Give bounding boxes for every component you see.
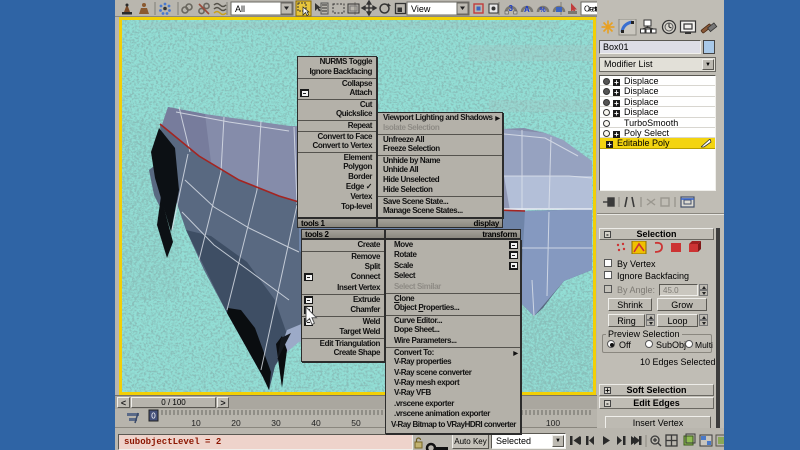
svg-text:3: 3	[509, 4, 514, 13]
svg-text:40: 40	[311, 418, 321, 428]
svg-text:50: 50	[351, 418, 361, 428]
svg-text:%: %	[540, 7, 547, 14]
svg-text:10: 10	[191, 418, 201, 428]
svg-text:30: 30	[271, 418, 281, 428]
svg-text:View: View	[411, 4, 431, 14]
svg-text:20: 20	[231, 418, 241, 428]
svg-text:100: 100	[546, 418, 560, 428]
svg-text:A: A	[524, 5, 530, 14]
svg-text:0: 0	[151, 412, 156, 421]
svg-text:All: All	[235, 4, 245, 14]
